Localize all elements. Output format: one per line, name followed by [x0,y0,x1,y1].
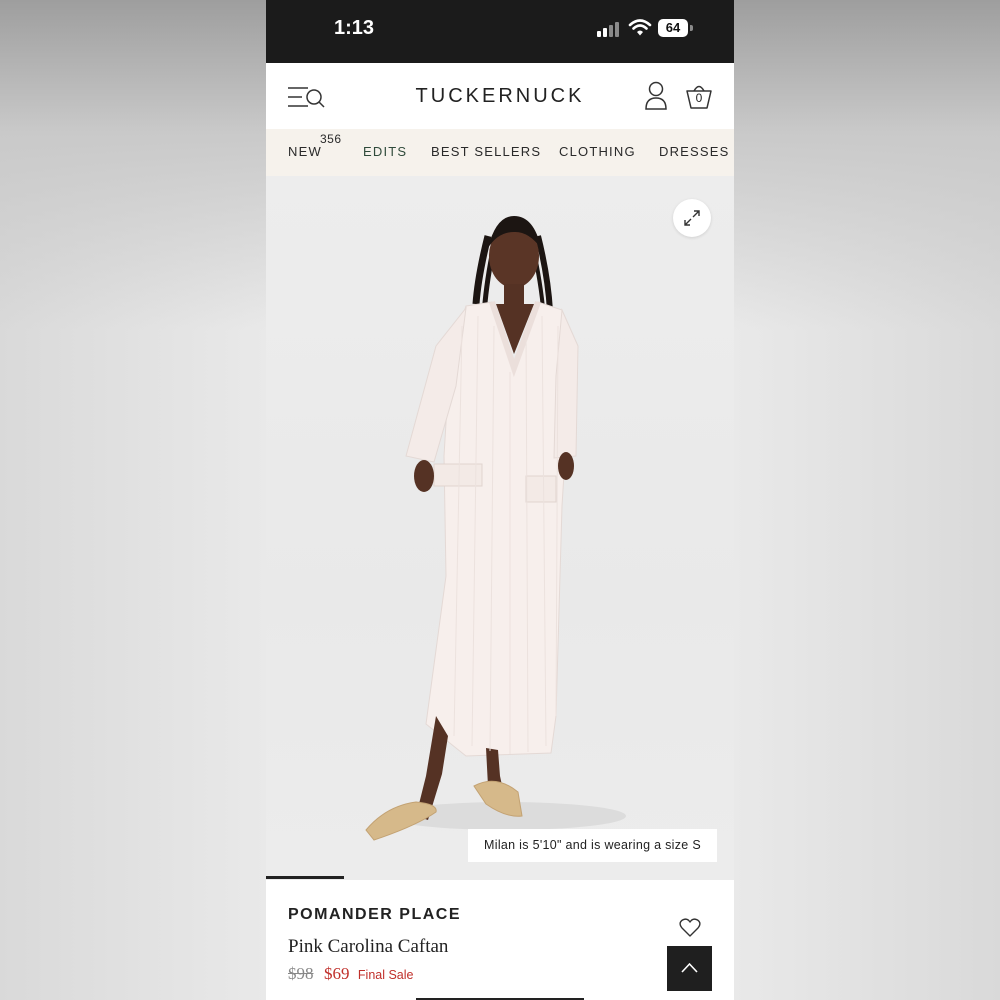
carousel-indicator [266,876,344,879]
nav-item-dresses[interactable]: DRESSES [659,144,730,159]
model-size-caption: Milan is 5'10" and is wearing a size S [468,829,717,862]
background-right [734,0,1000,1000]
phone-screen: 1:13 64 TUCKERNUCK 0 NEW 356 EDITS BEST … [266,0,734,1000]
nav-item-clothing[interactable]: CLOTHING [559,144,636,159]
status-time: 1:13 [334,17,375,39]
product-image[interactable]: Milan is 5'10" and is wearing a size S [266,176,734,880]
chevron-up-icon [681,962,698,973]
model-photo [365,216,626,841]
battery-level: 64 [665,20,681,35]
cellular-signal-icon [597,21,623,37]
background-left [0,0,266,1000]
product-brand[interactable]: POMANDER PLACE [288,906,461,924]
sale-price: $69 [323,964,350,983]
bag-count: 0 [695,91,703,105]
battery-icon: 64 [658,19,694,37]
product-info: POMANDER PLACE Pink Carolina Caftan $98 … [266,880,734,1000]
expand-image-button[interactable] [673,199,711,237]
nav-item-edits[interactable]: EDITS [363,144,407,159]
site-header: TUCKERNUCK 0 [266,63,734,129]
account-icon[interactable] [644,81,668,111]
back-to-top-button[interactable] [667,946,712,991]
new-count-badge: 356 [320,132,342,146]
nav-item-best-sellers[interactable]: BEST SELLERS [431,144,541,159]
wifi-icon [628,19,652,36]
price-row: $98 $69 Final Sale [288,964,414,984]
final-sale-label: Final Sale [357,968,414,982]
heart-icon[interactable] [679,918,701,938]
product-name: Pink Carolina Caftan [288,936,449,957]
category-nav: NEW 356 EDITS BEST SELLERS CLOTHING DRES… [266,129,734,176]
original-price: $98 [288,964,314,983]
expand-icon [684,210,700,226]
shopping-bag-button[interactable]: 0 [684,81,714,111]
status-bar: 1:13 64 [266,0,734,63]
nav-item-new[interactable]: NEW [288,144,322,159]
